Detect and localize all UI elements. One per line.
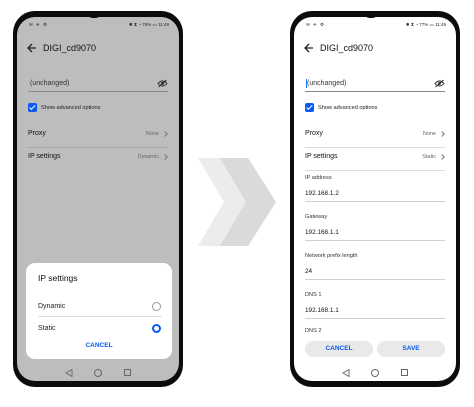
network-title: DIGI_cd9070 [43, 43, 97, 53]
password-field[interactable]: (unchanged) [28, 77, 168, 92]
navigation-bar [294, 367, 456, 381]
field-underline [305, 279, 445, 280]
field-underline [305, 201, 445, 202]
radio-selected-icon[interactable] [152, 324, 161, 333]
cancel-button[interactable]: CANCEL [305, 341, 373, 357]
nav-back-icon[interactable] [65, 369, 73, 377]
advanced-options-label: Show advanced options [318, 104, 378, 111]
dns1-value: 192.168.1.1 [305, 307, 339, 314]
password-value: (unchanged) [307, 80, 347, 87]
checkbox-checked-icon[interactable] [305, 103, 314, 112]
back-arrow-icon[interactable] [304, 42, 314, 54]
checkbox-checked-icon[interactable] [28, 103, 37, 112]
radio-unselected-icon[interactable] [152, 302, 161, 311]
nav-home-icon[interactable] [371, 369, 379, 377]
ip-address-value: 192.168.1.2 [305, 190, 339, 197]
app-bar: DIGI_cd9070 [17, 37, 179, 61]
nav-back-icon[interactable] [342, 369, 350, 377]
network-title: DIGI_cd9070 [320, 43, 374, 53]
dialog-title: IP settings [38, 273, 78, 283]
option-dynamic-label: Dynamic [38, 303, 66, 310]
status-icons-left: ✉ ✈ ⚙ [29, 22, 49, 27]
status-bar: ✉ ✈ ⚙ ✱ ⧗ ◔ 77% ▭ 11:49 [294, 17, 456, 31]
phone-right: ✉ ✈ ⚙ ✱ ⧗ ◔ 77% ▭ 11:49 DIGI_cd9070 (unc… [290, 11, 460, 387]
gateway-label: Gateway [305, 214, 328, 220]
dns1-field[interactable]: DNS 1 192.168.1.1 [305, 292, 445, 319]
option-dynamic[interactable]: Dynamic [38, 301, 162, 317]
nav-recent-apps-icon[interactable] [124, 369, 131, 376]
advanced-options-label: Show advanced options [41, 104, 101, 111]
dns2-label: DNS 2 [305, 328, 322, 334]
divider [305, 170, 445, 171]
ip-settings-label: IP settings [28, 153, 61, 160]
ip-settings-row[interactable]: IP settings Static [305, 148, 445, 170]
status-icons-right: ✱ ⧗ ◔ 76% ▭ 11:49 [128, 22, 169, 27]
chevron-right-icon [162, 131, 168, 137]
ip-settings-row[interactable]: IP settings Dynamic [28, 148, 168, 170]
gateway-value: 192.168.1.1 [305, 229, 339, 236]
network-prefix-length-value: 24 [305, 268, 313, 275]
app-bar: DIGI_cd9070 [294, 37, 456, 61]
dialog-cancel-button[interactable]: CANCEL [26, 342, 172, 349]
screen-right: ✉ ✈ ⚙ ✱ ⧗ ◔ 77% ▭ 11:49 DIGI_cd9070 (unc… [294, 17, 456, 381]
ip-address-field[interactable]: IP address 192.168.1.2 [305, 175, 445, 202]
dns1-label: DNS 1 [305, 292, 322, 298]
save-button[interactable]: SAVE [377, 341, 445, 357]
hide-password-icon[interactable] [157, 79, 168, 88]
network-prefix-length-field[interactable]: Network prefix length 24 [305, 253, 445, 280]
password-value: (unchanged) [30, 80, 70, 87]
proxy-row[interactable]: Proxy None [305, 125, 445, 147]
status-bar: ✉ ✈ ⚙ ✱ ⧗ ◔ 76% ▭ 11:49 [17, 17, 179, 31]
proxy-value: None [422, 131, 436, 137]
proxy-row[interactable]: Proxy None [28, 125, 168, 147]
ip-settings-dialog: IP settings Dynamic Static CANCEL [26, 263, 172, 359]
phone-left: ✉ ✈ ⚙ ✱ ⧗ ◔ 76% ▭ 11:49 DIGI_cd9070 (unc… [13, 11, 183, 387]
navigation-bar [17, 367, 179, 381]
chevron-right-icon [439, 131, 445, 137]
transition-arrows-icon [198, 158, 276, 246]
hide-password-icon[interactable] [434, 79, 445, 88]
password-field[interactable]: (unchanged) [305, 77, 445, 92]
field-underline [305, 318, 445, 319]
ip-settings-label: IP settings [305, 153, 338, 160]
button-bar: CANCEL SAVE [294, 340, 456, 360]
proxy-label: Proxy [28, 130, 46, 137]
proxy-value: None [145, 131, 159, 137]
option-static-label: Static [38, 325, 56, 332]
back-arrow-icon[interactable] [27, 42, 37, 54]
ip-address-label: IP address [305, 175, 332, 181]
nav-home-icon[interactable] [94, 369, 102, 377]
ip-settings-value: Dynamic [137, 154, 159, 160]
nav-recent-apps-icon[interactable] [401, 369, 408, 376]
field-underline [305, 240, 445, 241]
chevron-right-icon [162, 154, 168, 160]
option-static[interactable]: Static [38, 323, 162, 339]
dialog-divider [38, 316, 162, 317]
proxy-label: Proxy [305, 130, 323, 137]
network-prefix-length-label: Network prefix length [305, 253, 358, 259]
screen-left: ✉ ✈ ⚙ ✱ ⧗ ◔ 76% ▭ 11:49 DIGI_cd9070 (unc… [17, 17, 179, 381]
status-icons-right: ✱ ⧗ ◔ 77% ▭ 11:49 [405, 22, 446, 27]
ip-settings-value: Static [422, 154, 436, 160]
chevron-right-icon [439, 154, 445, 160]
gateway-field[interactable]: Gateway 192.168.1.1 [305, 214, 445, 241]
status-icons-left: ✉ ✈ ⚙ [306, 22, 326, 27]
dns2-field[interactable]: DNS 2 [305, 328, 445, 334]
